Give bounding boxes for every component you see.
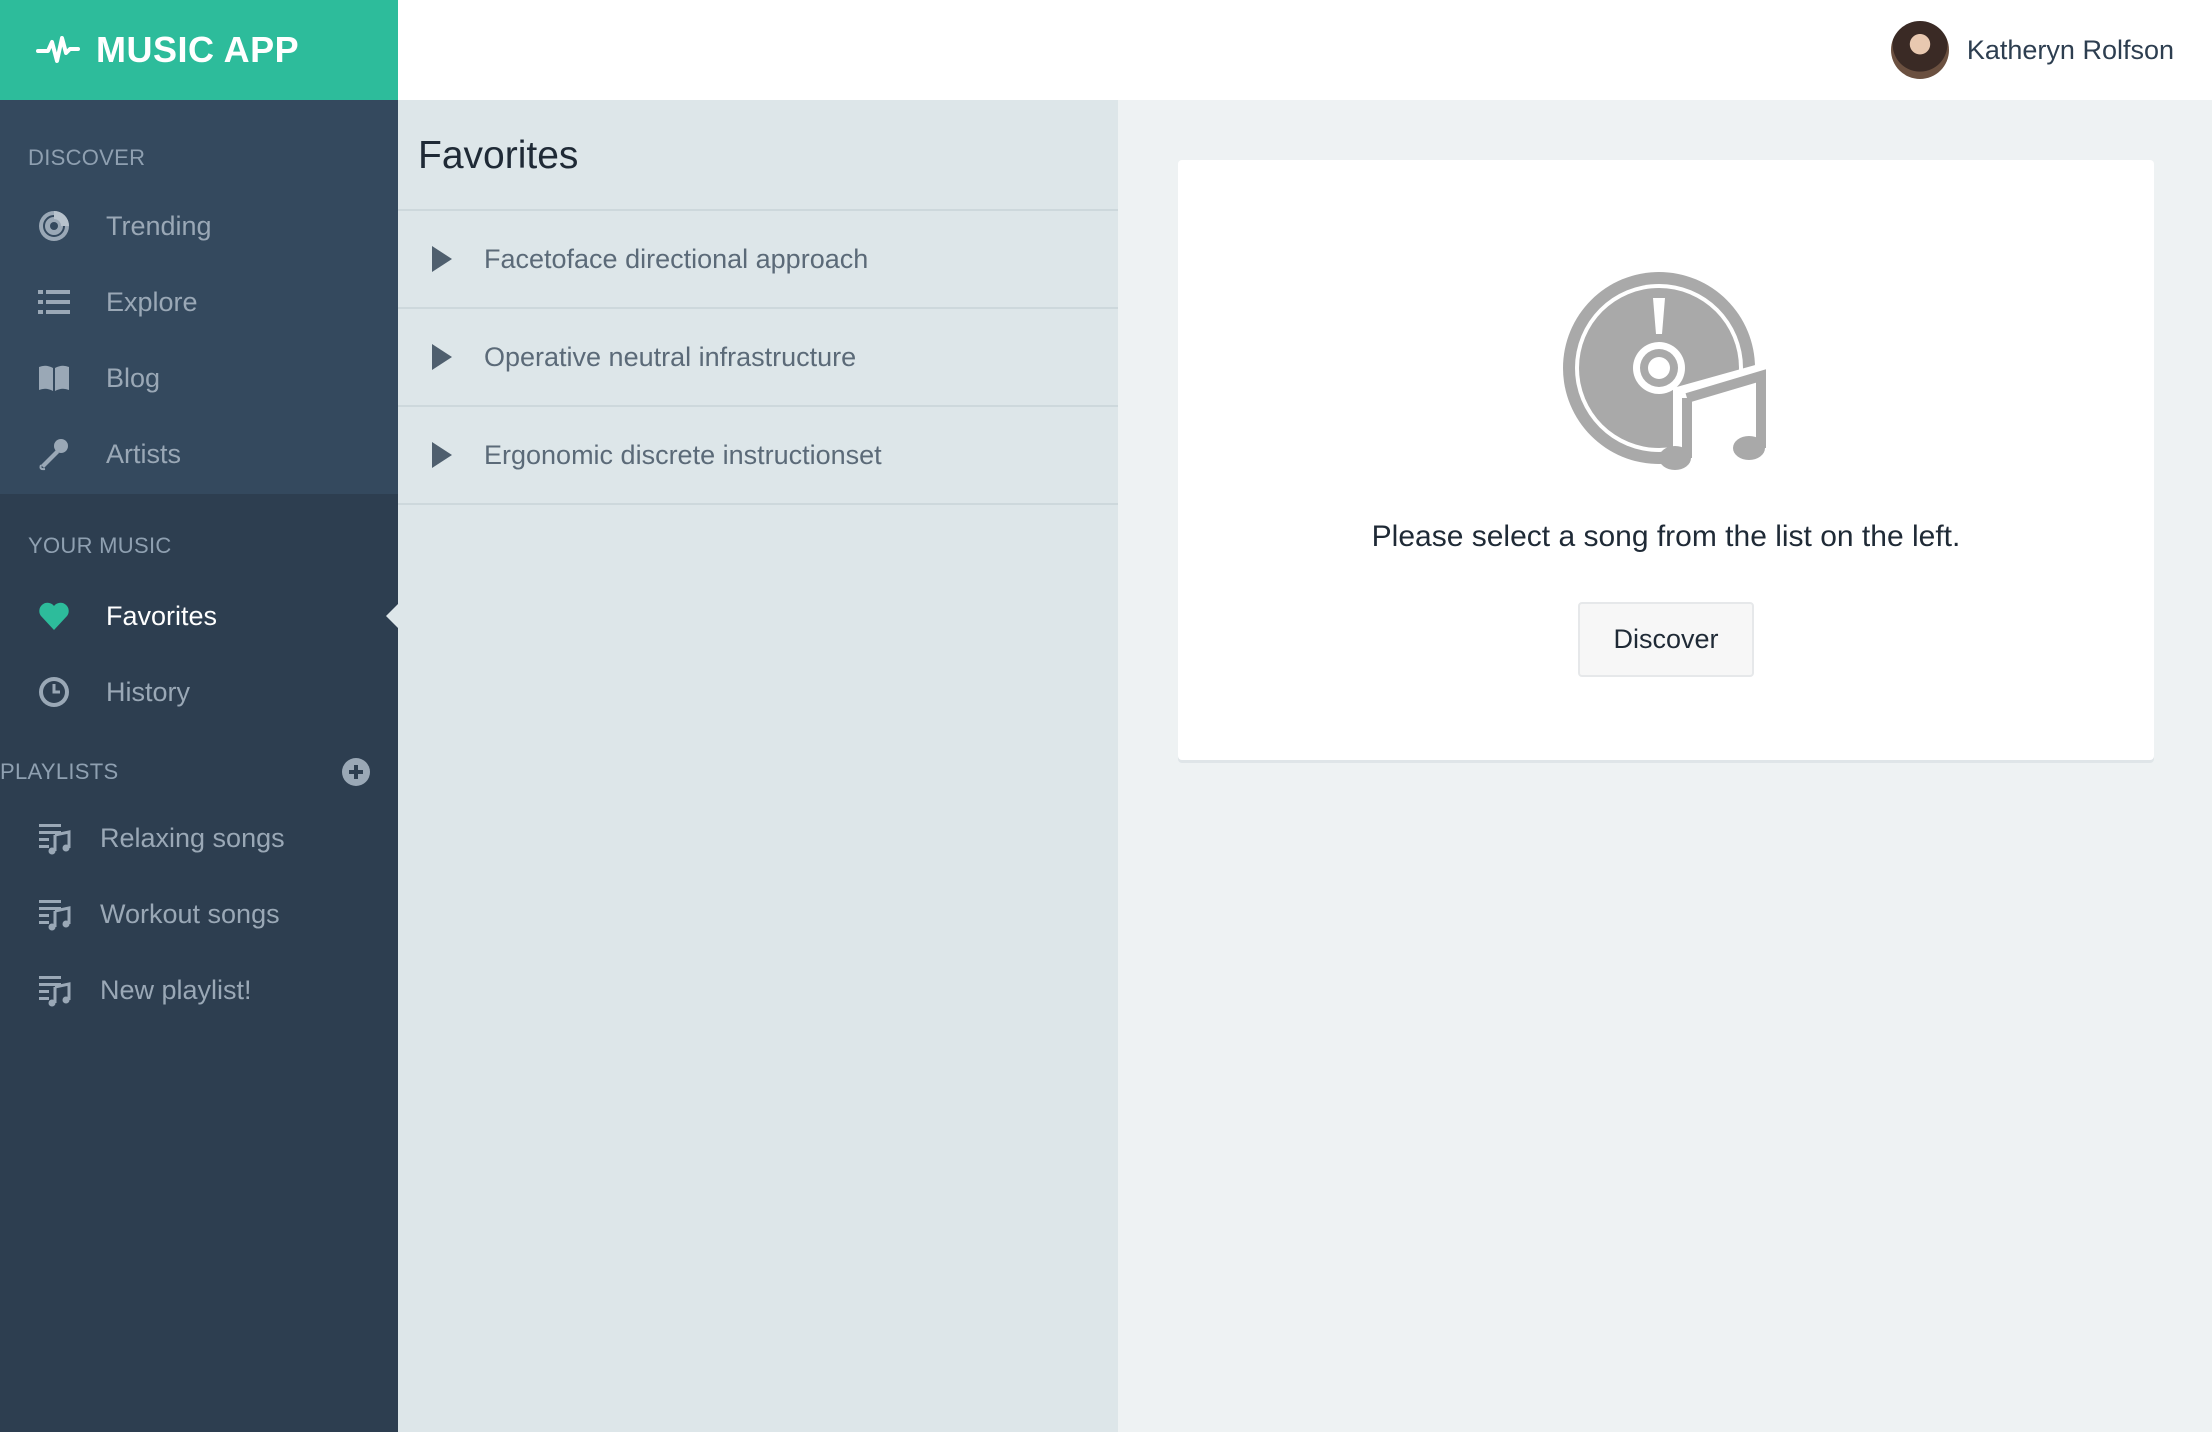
playlist-icon [36,820,72,856]
add-playlist-button[interactable] [342,758,370,786]
song-row[interactable]: Operative neutral infrastructure [398,309,1118,407]
sidebar-item-label: Favorites [106,600,218,631]
sidebar-item-playlist[interactable]: New playlist! [0,952,398,1028]
discover-label: DISCOVER [28,145,146,170]
playlist-icon [36,972,72,1008]
song-row[interactable]: Facetoface directional approach [398,211,1118,309]
your-music-section: YOUR MUSIC Favorites History PLAYLISTS R… [0,494,398,1028]
sidebar-item-label: Blog [106,362,161,393]
empty-state-message: Please select a song from the list on th… [1371,520,1961,553]
sidebar-item-playlist[interactable]: Relaxing songs [0,800,398,876]
sidebar-item-label: Trending [106,210,212,241]
top-bar: Katheryn Rolfson [398,0,2212,100]
playlists-label: PLAYLISTS [0,759,119,784]
sidebar-item-history[interactable]: History [0,654,398,730]
discover-button[interactable]: Discover [1578,602,1754,677]
sidebar-item-label: Relaxing songs [100,822,285,853]
favorites-panel: Favorites Facetoface directional approac… [398,100,1118,1432]
discover-section: DISCOVER Trending Explore Blog Artists [0,100,398,494]
playlists-header: PLAYLISTS [0,754,398,790]
sidebar-item-explore[interactable]: Explore [0,264,398,340]
cd-music-icon [1563,272,1766,470]
brand-header[interactable]: MUSIC APP [0,0,398,100]
play-icon[interactable] [430,244,454,274]
sidebar-item-label: History [106,676,191,707]
list-icon [36,284,72,320]
heart-icon [36,598,72,634]
sidebar-item-playlist[interactable]: Workout songs [0,876,398,952]
sidebar-item-blog[interactable]: Blog [0,340,398,416]
clock-icon [36,674,72,710]
plus-icon [349,765,363,779]
play-icon[interactable] [430,342,454,372]
brand-title: MUSIC APP [96,29,300,70]
sidebar-item-label: Artists [106,438,182,469]
sidebar: MUSIC APP DISCOVER Trending Explore Blog [0,0,398,1432]
avatar[interactable] [1890,21,1949,79]
sidebar-item-label: Workout songs [100,898,280,929]
microphone-icon [36,436,72,472]
sidebar-item-favorites[interactable]: Favorites [0,578,398,654]
song-row[interactable]: Ergonomic discrete instructionset [398,407,1118,505]
empty-state-card: Please select a song from the list on th… [1178,160,2154,760]
pulse-icon [36,36,80,63]
song-title: Operative neutral infrastructure [484,341,857,372]
your-music-label: YOUR MUSIC [28,533,172,558]
sidebar-item-label: Explore [106,286,198,317]
sidebar-item-label: New playlist! [100,974,252,1005]
book-icon [36,360,72,396]
vinyl-icon [36,208,72,244]
page-title: Favorites [398,100,1118,211]
user-name[interactable]: Katheryn Rolfson [1967,35,2174,66]
sidebar-item-artists[interactable]: Artists [0,416,398,492]
song-title: Facetoface directional approach [484,243,869,274]
sidebar-item-trending[interactable]: Trending [0,188,398,264]
play-icon[interactable] [430,440,454,470]
main-content: Please select a song from the list on th… [1118,100,2212,1432]
playlist-icon [36,896,72,932]
song-title: Ergonomic discrete instructionset [484,439,882,470]
